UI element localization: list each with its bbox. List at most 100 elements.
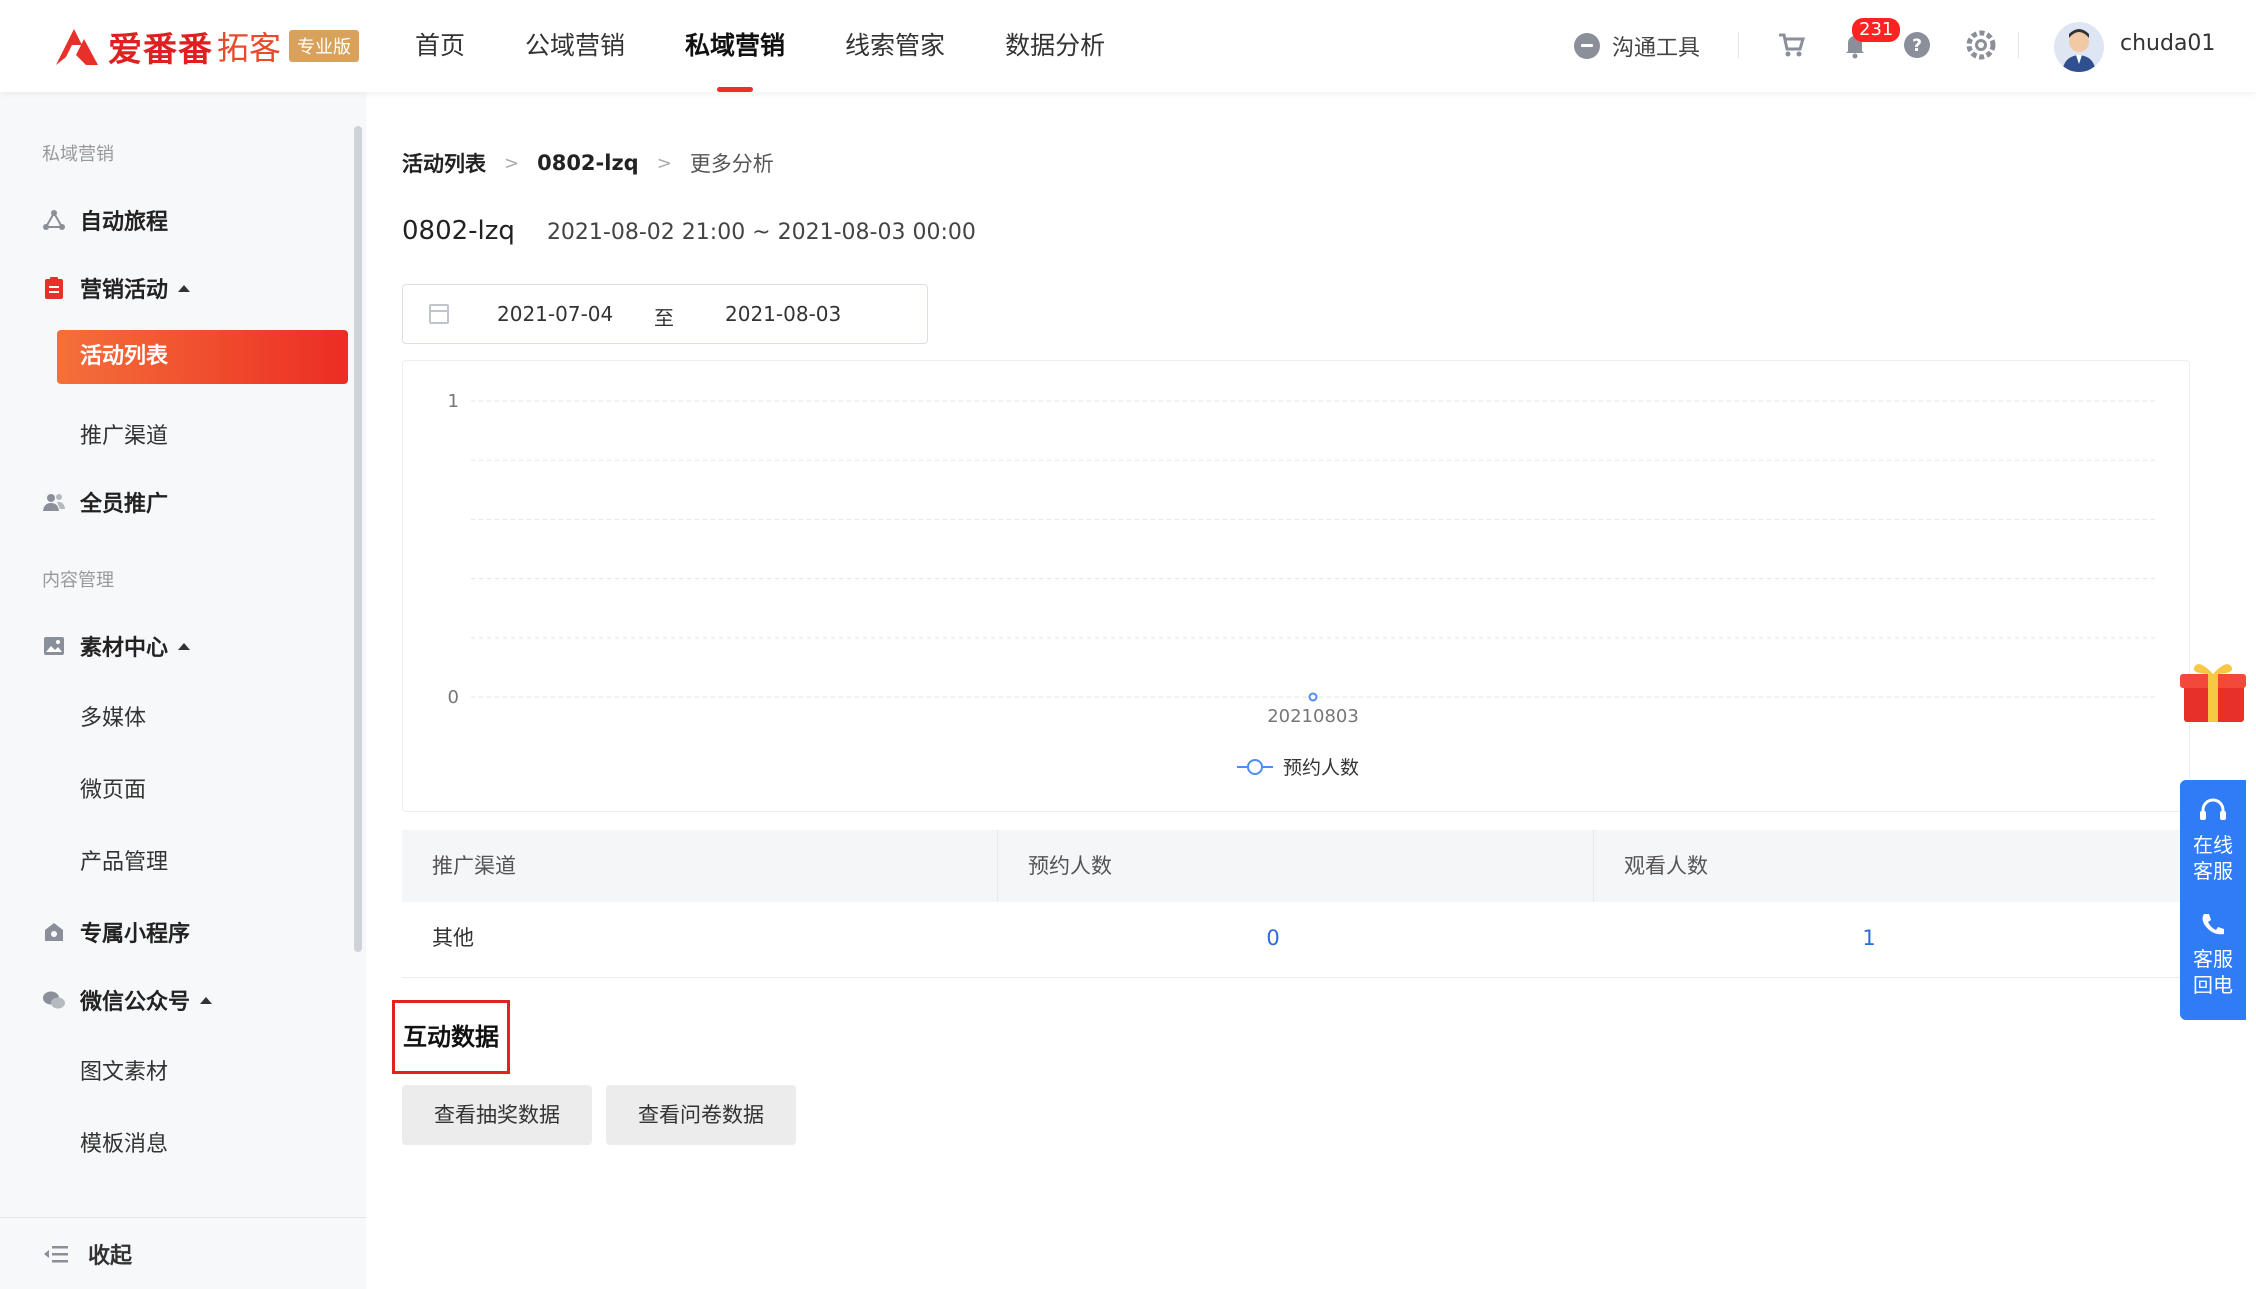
chat-icon xyxy=(1574,33,1600,59)
view-lottery-button[interactable]: 查看抽奖数据 xyxy=(402,1085,592,1145)
legend-label: 预约人数 xyxy=(1283,757,1359,779)
sidebar-section-content: 内容管理 xyxy=(42,570,114,591)
caret-up-icon xyxy=(200,996,213,1004)
collapse-button[interactable]: 收起 xyxy=(0,1217,366,1289)
y-tick-label: 0 xyxy=(448,687,459,708)
sidebar-item-label: 全员推广 xyxy=(80,492,169,517)
date-start-input[interactable]: 2021-07-04 xyxy=(497,302,613,326)
sidebar-item-label: 专属小程序 xyxy=(80,922,191,947)
sidebar: 私域营销 自动旅程 营销活动 活动列表 推广渠道 全员推广 内容管理 素材中心 xyxy=(0,92,366,1289)
gift-icon[interactable] xyxy=(2180,656,2246,724)
sidebar-item-label: 微信公众号 xyxy=(80,990,191,1015)
nav-lead-manager[interactable]: 线索管家 xyxy=(845,0,945,92)
sidebar-item-auto-journey[interactable]: 自动旅程 xyxy=(42,202,168,238)
column-header-booked: 预约人数 xyxy=(998,830,1594,902)
date-end-input[interactable]: 2021-08-03 xyxy=(725,302,841,326)
interaction-section-title: 互动数据 xyxy=(392,1000,510,1074)
user-avatar-icon xyxy=(2062,29,2096,72)
image-icon xyxy=(44,637,64,655)
online-service-label: 在线客服 xyxy=(2193,833,2233,883)
sidebar-item-campaign-list[interactable]: 活动列表 xyxy=(57,330,348,384)
nav-public-marketing[interactable]: 公域营销 xyxy=(525,0,625,92)
legend-marker xyxy=(1247,759,1263,775)
customer-service-panel: 在线客服 客服回电 xyxy=(2180,780,2246,1020)
view-survey-button[interactable]: 查看问卷数据 xyxy=(606,1085,796,1145)
chevron-right-icon: > xyxy=(656,152,672,174)
breadcrumb-campaign-list[interactable]: 活动列表 xyxy=(402,148,486,178)
main-nav: 首页 公域营销 私域营销 线索管家 数据分析 xyxy=(415,0,1165,92)
x-tick-label: 20210803 xyxy=(1267,706,1359,727)
sidebar-item-channels[interactable]: 推广渠道 xyxy=(80,418,168,450)
collapse-icon xyxy=(44,1245,68,1262)
sidebar-scrollbar[interactable] xyxy=(354,126,362,952)
notification-button[interactable]: 231 xyxy=(1840,18,1901,60)
brand-sub: 拓客 xyxy=(217,29,282,67)
breadcrumb: 活动列表 > 0802-lzq > 更多分析 xyxy=(402,148,774,178)
comm-tool-button[interactable]: 沟通工具 xyxy=(1574,30,1700,62)
column-header-channel: 推广渠道 xyxy=(402,830,998,902)
sidebar-item-articles[interactable]: 图文素材 xyxy=(80,1054,168,1086)
y-tick-label: 1 xyxy=(448,391,459,412)
top-bar: 爱番番 拓客 专业版 首页 公域营销 私域营销 线索管家 数据分析 沟通工具 2… xyxy=(0,0,2256,92)
callback-service-label: 客服回电 xyxy=(2193,947,2233,997)
sidebar-item-wechat-oa[interactable]: 微信公众号 xyxy=(42,982,213,1018)
brand-name: 爱番番 xyxy=(108,29,213,70)
logo-icon xyxy=(56,29,98,65)
edition-badge: 专业版 xyxy=(289,30,360,62)
settings-icon[interactable] xyxy=(1966,30,1996,60)
nav-private-marketing[interactable]: 私域营销 xyxy=(685,0,785,92)
cell-watched[interactable]: 1 xyxy=(1594,902,2190,977)
sidebar-item-label: 营销活动 xyxy=(80,278,169,303)
divider xyxy=(2018,32,2019,58)
username[interactable]: chuda01 xyxy=(2120,31,2215,56)
caret-up-icon xyxy=(178,284,191,292)
breadcrumb-activity[interactable]: 0802-lzq xyxy=(537,151,639,175)
svg-text:?: ? xyxy=(1912,36,1922,56)
sidebar-item-templates[interactable]: 模板消息 xyxy=(80,1126,168,1158)
sidebar-item-campaigns[interactable]: 营销活动 xyxy=(42,270,191,306)
sidebar-section-private: 私域营销 xyxy=(42,144,114,165)
sidebar-item-micro-page[interactable]: 微页面 xyxy=(80,772,146,804)
online-service-button[interactable]: 在线客服 xyxy=(2180,796,2246,884)
nav-home[interactable]: 首页 xyxy=(415,0,465,92)
brand-logo[interactable]: 爱番番 拓客 专业版 xyxy=(52,22,360,70)
chart-svg: 0 1 20210803 预约人数 xyxy=(448,391,2155,779)
main-content: 活动列表 > 0802-lzq > 更多分析 0802-lzq 2021-08-… xyxy=(366,92,2256,1289)
table-header: 推广渠道 预约人数 观看人数 xyxy=(402,830,2190,902)
callback-service-button[interactable]: 客服回电 xyxy=(2180,910,2246,998)
nav-data-analysis[interactable]: 数据分析 xyxy=(1005,0,1105,92)
help-icon[interactable]: ? xyxy=(1902,30,1932,60)
page-title: 0802-lzq xyxy=(402,216,515,246)
sidebar-item-all-staff[interactable]: 全员推广 xyxy=(42,484,168,520)
sidebar-item-label: 素材中心 xyxy=(80,636,169,661)
date-separator: 至 xyxy=(654,306,674,330)
line-chart: 0 1 20210803 预约人数 xyxy=(402,360,2190,812)
sidebar-item-mini-program[interactable]: 专属小程序 xyxy=(42,914,190,950)
headset-icon xyxy=(2200,798,2226,820)
channel-table: 推广渠道 预约人数 观看人数 其他 0 1 xyxy=(402,830,2190,978)
journey-icon xyxy=(43,210,65,230)
wechat-icon xyxy=(43,991,65,1009)
collapse-label: 收起 xyxy=(88,1243,133,1269)
avatar[interactable] xyxy=(2054,22,2104,72)
users-icon xyxy=(43,494,65,511)
calendar-icon xyxy=(429,304,449,324)
sidebar-item-multimedia[interactable]: 多媒体 xyxy=(80,700,146,732)
notification-badge: 231 xyxy=(1852,18,1901,42)
campaign-icon xyxy=(45,277,63,299)
cell-booked[interactable]: 0 xyxy=(998,902,1594,977)
data-point xyxy=(1308,692,1318,702)
comm-tool-label: 沟通工具 xyxy=(1612,36,1701,61)
caret-up-icon xyxy=(178,642,191,650)
phone-icon xyxy=(2202,914,2224,935)
activity-time: 2021-08-02 21:00 ~ 2021-08-03 00:00 xyxy=(546,220,976,245)
sidebar-item-materials[interactable]: 素材中心 xyxy=(42,628,191,664)
table-row: 其他 0 1 xyxy=(402,902,2190,978)
sidebar-item-label: 自动旅程 xyxy=(80,210,169,235)
chevron-right-icon: > xyxy=(504,152,520,174)
sidebar-item-products[interactable]: 产品管理 xyxy=(80,844,168,876)
cart-icon[interactable] xyxy=(1776,30,1806,60)
activity-header: 0802-lzq 2021-08-02 21:00 ~ 2021-08-03 0… xyxy=(402,216,976,246)
column-header-watched: 观看人数 xyxy=(1624,854,1708,878)
date-range-picker[interactable]: 2021-07-04 至 2021-08-03 xyxy=(402,284,928,344)
